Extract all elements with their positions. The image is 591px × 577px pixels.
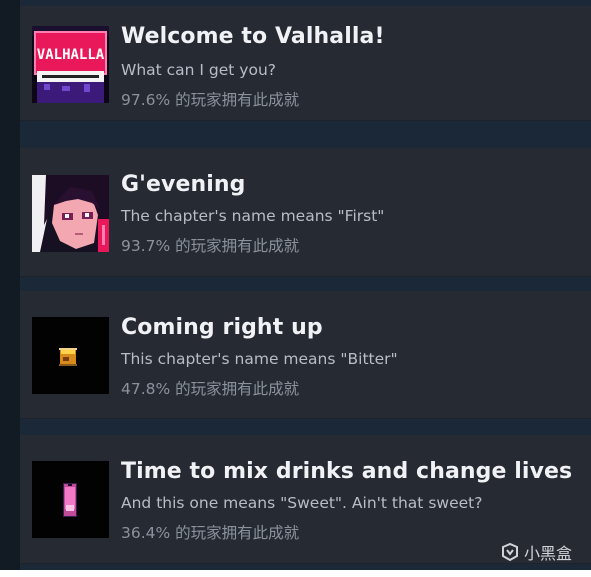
bottom-strip <box>0 570 591 577</box>
achievement-unlock-rate: 47.8% 的玩家拥有此成就 <box>121 380 300 398</box>
watermark: 小黑盒 <box>500 540 572 564</box>
watermark-label: 小黑盒 <box>524 544 573 563</box>
phone-icon <box>32 461 109 538</box>
achievement-title: Welcome to Valhalla! <box>121 24 385 49</box>
achievement-description: This chapter's name means "Bitter" <box>121 350 398 368</box>
character-portrait-icon <box>32 175 109 252</box>
achievement-title: G'evening <box>121 172 246 197</box>
achievement-description: And this one means "Sweet". Ain't that s… <box>121 494 483 512</box>
svg-text:VALHALLA: VALHALLA <box>37 47 105 63</box>
achievement-card[interactable]: VALHALLA Welcome to Valhalla! What can I… <box>20 6 591 121</box>
achievement-card[interactable]: G'evening The chapter's name means "Firs… <box>20 148 591 277</box>
achievement-list-screen: VALHALLA Welcome to Valhalla! What can I… <box>0 0 591 577</box>
achievement-description: The chapter's name means "First" <box>121 207 385 225</box>
valhalla-sign-icon: VALHALLA <box>32 26 109 103</box>
achievement-title: Coming right up <box>121 315 323 340</box>
achievement-title: Time to mix drinks and change lives <box>121 459 573 484</box>
achievement-unlock-rate: 93.7% 的玩家拥有此成就 <box>121 237 300 255</box>
drink-glass-icon <box>32 317 109 394</box>
achievement-unlock-rate: 36.4% 的玩家拥有此成就 <box>121 524 300 542</box>
achievement-unlock-rate: 97.6% 的玩家拥有此成就 <box>121 91 300 109</box>
heybox-logo-icon <box>500 542 520 562</box>
achievement-description: What can I get you? <box>121 61 277 79</box>
achievement-card[interactable]: Coming right up This chapter's name mean… <box>20 291 591 419</box>
left-strip <box>0 0 20 577</box>
